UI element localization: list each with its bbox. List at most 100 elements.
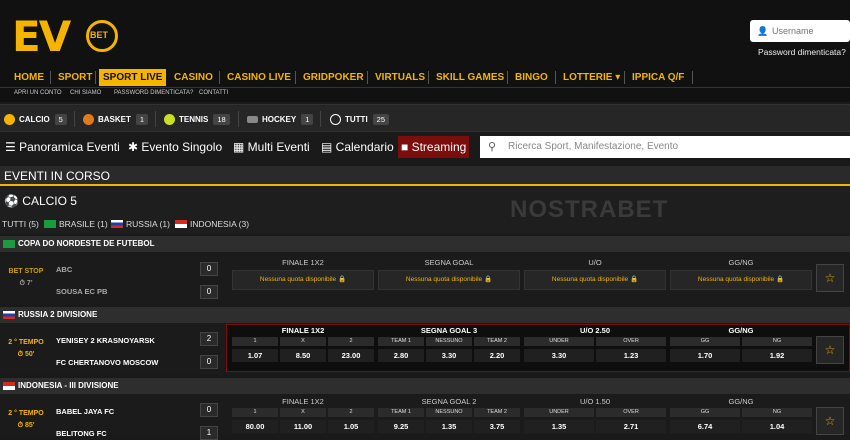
odd-button[interactable]: 8.50 bbox=[280, 349, 326, 362]
header: EV BET 👤 Password dimenticata? bbox=[0, 0, 850, 66]
basketball-icon bbox=[83, 113, 94, 125]
odd-button[interactable]: 2.20 bbox=[474, 349, 520, 362]
filter-indonesia[interactable]: INDONESIA (3) bbox=[175, 218, 249, 230]
nav-divider bbox=[295, 71, 296, 84]
nav-ippica[interactable]: IPPICA Q/F bbox=[628, 69, 688, 86]
tab-calendario[interactable]: ▤ Calendario bbox=[318, 136, 397, 158]
nav-virtuals[interactable]: VIRTUALS bbox=[371, 69, 429, 86]
sport-calcio[interactable]: CALCIO 5 bbox=[4, 105, 67, 133]
odd-button[interactable]: 11.00 bbox=[280, 420, 326, 433]
favorite-star-icon[interactable]: ☆ bbox=[816, 264, 844, 292]
nav-sport-live[interactable]: SPORT LIVE bbox=[99, 69, 167, 86]
odd-button[interactable]: 1.70 bbox=[670, 349, 740, 362]
filter-tutti[interactable]: TUTTI (5) bbox=[2, 218, 39, 230]
tab-evento-singolo[interactable]: ✱ Evento Singolo bbox=[125, 136, 225, 158]
league-name: COPA DO NORDESTE DE FUTEBOL bbox=[18, 239, 155, 248]
sport-tutti[interactable]: TUTTI 25 bbox=[330, 105, 390, 133]
match-clock: ⏱ 50' bbox=[17, 351, 35, 358]
no-odds-box: Nessuna quota disponibile 🔒 bbox=[232, 270, 374, 290]
odd-button[interactable]: 1.04 bbox=[742, 420, 812, 433]
search-placeholder: Ricerca Sport, Manifestazione, Evento bbox=[508, 141, 679, 152]
market-title: FINALE 1X2 bbox=[281, 326, 325, 335]
odd-button[interactable]: 3.75 bbox=[474, 420, 520, 433]
video-camera-icon: ■ bbox=[401, 140, 412, 154]
subnav-contatti[interactable]: CONTATTI bbox=[199, 90, 228, 96]
away-score: 1 bbox=[200, 426, 218, 440]
evbet-logo[interactable]: EV BET bbox=[10, 8, 120, 61]
away-score: 0 bbox=[200, 285, 218, 299]
sport-count: 1 bbox=[135, 113, 149, 125]
nav-lotterie[interactable]: LOTTERIE ▾ bbox=[559, 69, 624, 86]
subnav-chi-siamo[interactable]: CHI SIAMO bbox=[70, 90, 101, 96]
odd-button[interactable]: 2.80 bbox=[378, 349, 424, 362]
odd-button[interactable]: 1.35 bbox=[426, 420, 472, 433]
tab-label: Calendario bbox=[335, 140, 394, 154]
nav-bingo[interactable]: BINGO bbox=[511, 69, 552, 86]
league-name: INDONESIA - III DIVISIONE bbox=[18, 381, 119, 390]
logo-ev-text: EV bbox=[12, 12, 71, 61]
market-title: U/O 1.50 bbox=[579, 397, 610, 406]
soccer-ball-icon: ⚽ bbox=[4, 194, 23, 208]
market-title: U/O bbox=[588, 258, 602, 267]
odd-label: NG bbox=[742, 408, 812, 417]
nav-casino-live[interactable]: CASINO LIVE bbox=[223, 69, 295, 86]
sports-divider bbox=[155, 111, 156, 127]
tab-multi-eventi[interactable]: ▦ Multi Eventi bbox=[230, 136, 313, 158]
odd-label: UNDER bbox=[524, 337, 594, 346]
nav-sport[interactable]: SPORT bbox=[54, 69, 96, 86]
sport-label: HOCKEY bbox=[262, 114, 297, 124]
soccer-ball-icon bbox=[4, 113, 15, 125]
home-team: YENISEY 2 KRASNOYARSK bbox=[56, 336, 155, 345]
nav-gridpoker[interactable]: GRIDPOKER bbox=[299, 69, 368, 86]
sport-hockey[interactable]: HOCKEY 1 bbox=[247, 105, 314, 133]
sport-label: TUTTI bbox=[345, 114, 368, 124]
league-header: INDONESIA - III DIVISIONE bbox=[0, 378, 850, 394]
filter-russia[interactable]: RUSSIA (1) bbox=[111, 218, 170, 230]
match-row[interactable]: BET STOP ⏱ 7' ABC SOUSA EC PB 0 0 FINALE… bbox=[0, 254, 850, 304]
subnav-password[interactable]: PASSWORD DIMENTICATA? bbox=[114, 90, 193, 96]
no-odds-box: Nessuna quota disponibile 🔒 bbox=[378, 270, 520, 290]
calendar-icon: ▤ bbox=[321, 140, 336, 154]
odd-label: 1 bbox=[232, 408, 278, 417]
odd-button[interactable]: 2.71 bbox=[596, 420, 666, 433]
search-box[interactable]: ⚲ Ricerca Sport, Manifestazione, Evento bbox=[480, 136, 850, 158]
subnav-apri-conto[interactable]: APRI UN CONTO bbox=[14, 90, 62, 96]
odd-button[interactable]: 9.25 bbox=[378, 420, 424, 433]
nav-home[interactable]: HOME bbox=[10, 69, 48, 86]
market-title: U/O 2.50 bbox=[579, 326, 610, 335]
home-score: 0 bbox=[200, 262, 218, 276]
nostrabet-watermark: NOSTRABET bbox=[510, 196, 669, 223]
odd-button[interactable]: 1.23 bbox=[596, 349, 666, 362]
sub-nav: APRI UN CONTO CHI SIAMO PASSWORD DIMENTI… bbox=[0, 88, 850, 102]
filter-label: INDONESIA (3) bbox=[190, 219, 250, 229]
odd-button[interactable]: 3.30 bbox=[524, 349, 594, 362]
russia-flag-icon bbox=[3, 311, 15, 319]
sport-tennis[interactable]: TENNIS 18 bbox=[164, 105, 230, 133]
sport-basket[interactable]: BASKET 1 bbox=[83, 105, 149, 133]
odd-button[interactable]: 1.07 bbox=[232, 349, 278, 362]
calcio-title: ⚽ CALCIO 5 bbox=[4, 194, 77, 208]
odd-button[interactable]: 1.92 bbox=[742, 349, 812, 362]
no-odds-box: Nessuna quota disponibile 🔒 bbox=[670, 270, 812, 290]
indonesia-flag-icon bbox=[175, 220, 187, 228]
nav-skill-games[interactable]: SKILL GAMES bbox=[432, 69, 508, 86]
odd-button[interactable]: 3.30 bbox=[426, 349, 472, 362]
nav-casino[interactable]: CASINO bbox=[170, 69, 217, 86]
market-title: SEGNA GOAL 3 bbox=[420, 326, 478, 335]
sport-label: TENNIS bbox=[179, 114, 209, 124]
favorite-star-icon[interactable]: ☆ bbox=[816, 407, 844, 435]
brazil-flag-icon bbox=[44, 220, 56, 228]
odd-button[interactable]: 6.74 bbox=[670, 420, 740, 433]
forgot-password-link[interactable]: Password dimenticata? bbox=[758, 47, 846, 57]
odd-button[interactable]: 80.00 bbox=[232, 420, 278, 433]
tab-panoramica[interactable]: ☰ Panoramica Eventi bbox=[2, 136, 123, 158]
favorite-star-icon[interactable]: ☆ bbox=[816, 336, 844, 364]
odd-button[interactable]: 23.00 bbox=[328, 349, 374, 362]
tab-streaming[interactable]: ■ Streaming bbox=[398, 136, 470, 158]
odd-button[interactable]: 1.05 bbox=[328, 420, 374, 433]
filter-brasile[interactable]: BRASILE (1) bbox=[44, 218, 108, 230]
market-title: FINALE 1X2 bbox=[282, 258, 324, 267]
market-title: GG/NG bbox=[728, 326, 754, 335]
odd-button[interactable]: 1.35 bbox=[524, 420, 594, 433]
tab-label: Evento Singolo bbox=[141, 140, 223, 154]
